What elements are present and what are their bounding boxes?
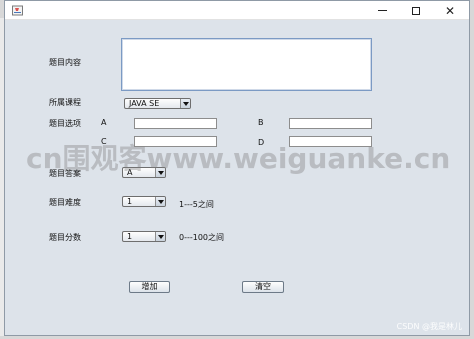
difficulty-hint: 1---5之间: [179, 200, 214, 209]
option-a-field[interactable]: [134, 118, 217, 129]
course-select[interactable]: JAVA SE: [124, 98, 191, 109]
title-bar[interactable]: ✕: [5, 1, 469, 20]
option-a-label: A: [101, 118, 107, 127]
content-label: 题目内容: [49, 58, 81, 67]
site-watermark: cn围观客www.weiguanke.cn: [26, 142, 451, 175]
chevron-down-icon: [155, 232, 165, 241]
maximize-icon: [412, 6, 420, 15]
difficulty-label: 题目难度: [49, 198, 81, 207]
difficulty-select-value: 1: [127, 197, 133, 206]
close-button[interactable]: ✕: [435, 1, 465, 20]
content-textarea[interactable]: [121, 38, 372, 91]
clear-button[interactable]: 清空: [242, 281, 284, 293]
difficulty-select[interactable]: 1: [122, 196, 166, 207]
minimize-button[interactable]: [367, 1, 397, 20]
close-icon: ✕: [444, 3, 456, 18]
credit-watermark: CSDN @我是林儿: [396, 322, 462, 331]
chevron-down-icon: [155, 197, 165, 206]
maximize-button[interactable]: [401, 1, 431, 20]
option-b-field[interactable]: [289, 118, 372, 129]
add-button[interactable]: 增加: [129, 281, 170, 293]
options-label: 题目选项: [49, 119, 81, 128]
score-hint: 0---100之间: [179, 233, 225, 242]
minimize-icon: [377, 10, 387, 11]
score-select-value: 1: [127, 232, 133, 241]
option-b-label: B: [258, 118, 264, 127]
course-label: 所属课程: [49, 98, 81, 107]
course-select-value: JAVA SE: [129, 99, 160, 108]
chevron-down-icon: [180, 99, 190, 108]
score-select[interactable]: 1: [122, 231, 166, 242]
app-java-icon: [12, 5, 23, 16]
score-label: 题目分数: [49, 233, 81, 242]
